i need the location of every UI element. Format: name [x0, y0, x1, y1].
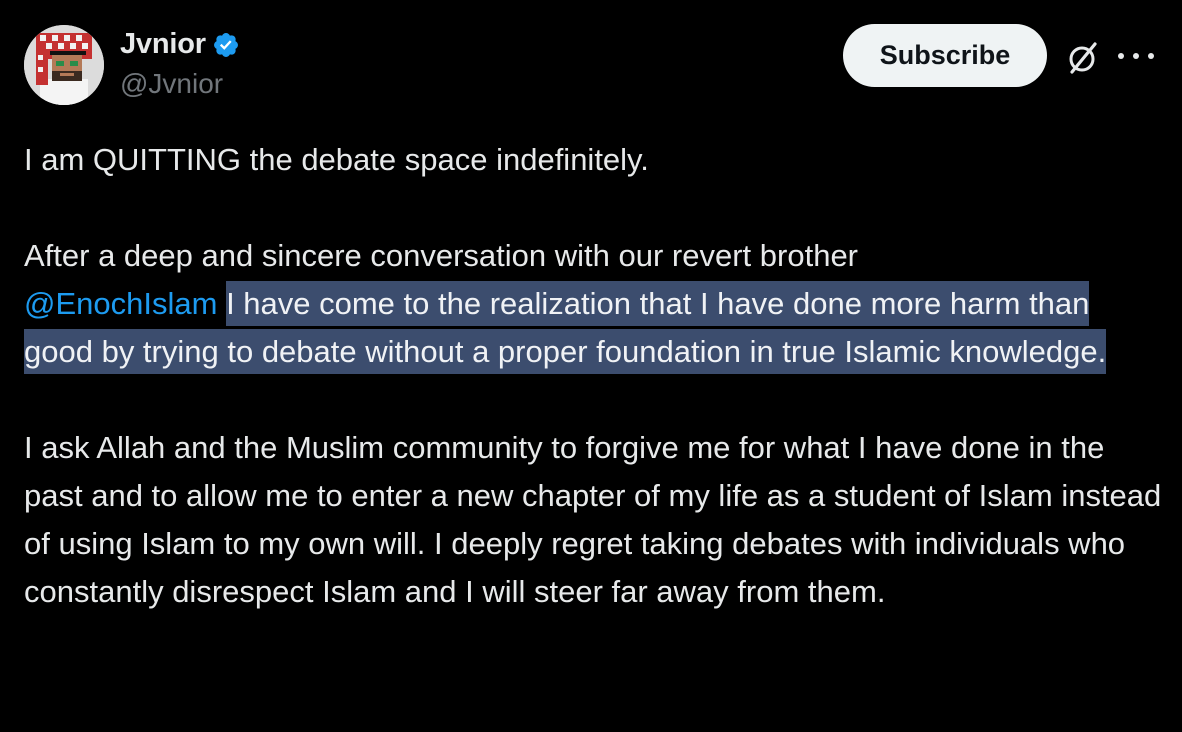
more-dot: [1133, 53, 1139, 59]
avatar[interactable]: [24, 25, 104, 105]
grok-icon[interactable]: [1062, 38, 1102, 78]
author-name-row[interactable]: Jvnior: [120, 26, 240, 62]
author-display-name[interactable]: Jvnior: [120, 28, 206, 61]
tweet-paragraph-2: After a deep and sincere conversation wi…: [24, 232, 1164, 376]
verified-badge-icon: [212, 31, 240, 59]
avatar-image: [24, 25, 104, 105]
tweet-text: I am QUITTING the debate space indefinit…: [24, 136, 1164, 616]
tweet-paragraph-3: I ask Allah and the Muslim community to …: [24, 430, 1162, 609]
more-dot: [1118, 53, 1124, 59]
tweet-paragraph-1: I am QUITTING the debate space indefinit…: [24, 142, 649, 177]
author-handle[interactable]: @Jvnior: [120, 68, 223, 100]
more-horizontal-icon[interactable]: [1118, 42, 1154, 70]
more-dot: [1148, 53, 1154, 59]
subscribe-button[interactable]: Subscribe: [843, 24, 1047, 87]
mention-link[interactable]: @EnochIslam: [24, 286, 217, 321]
tweet: Jvnior @Jvnior Subscribe I am QUITTING t…: [0, 0, 1182, 732]
tweet-paragraph-2-lead: After a deep and sincere conversation wi…: [24, 238, 859, 273]
